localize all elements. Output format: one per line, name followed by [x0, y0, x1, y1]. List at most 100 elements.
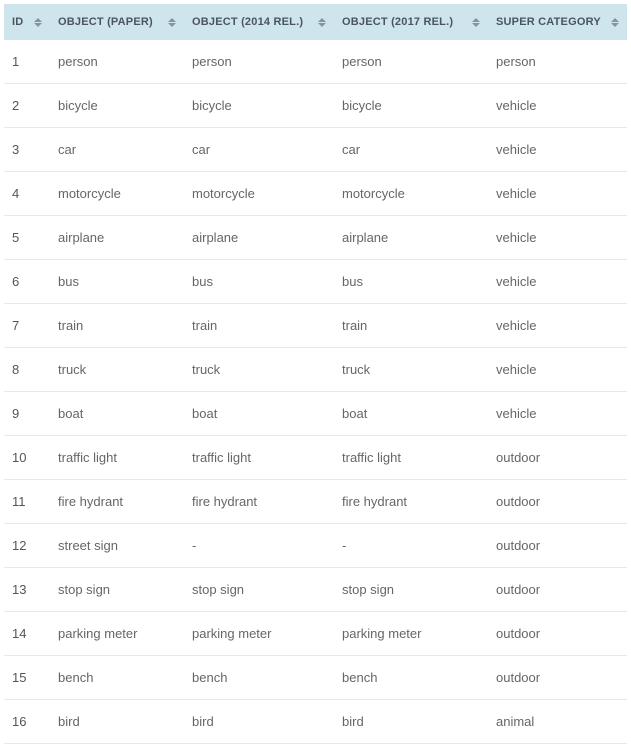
table-row: 7traintraintrainvehicle [4, 304, 627, 348]
column-header-label: ID [12, 16, 23, 28]
column-header-id[interactable]: ID [4, 4, 50, 40]
sort-icon[interactable] [472, 18, 480, 27]
cell-id: 10 [4, 436, 50, 480]
table-row: 8trucktrucktruckvehicle [4, 348, 627, 392]
table-row: 5airplaneairplaneairplanevehicle [4, 216, 627, 260]
cell-id: 11 [4, 480, 50, 524]
cell-id: 5 [4, 216, 50, 260]
sort-icon[interactable] [168, 18, 176, 27]
cell-object-2014: fire hydrant [184, 480, 334, 524]
cell-object-2017: person [334, 40, 488, 84]
cell-id: 7 [4, 304, 50, 348]
cell-object-2017: parking meter [334, 612, 488, 656]
table-row: 10traffic lighttraffic lighttraffic ligh… [4, 436, 627, 480]
cell-object-2017: - [334, 524, 488, 568]
cell-object-2014: truck [184, 348, 334, 392]
cell-super-category: outdoor [488, 480, 627, 524]
cell-super-category: vehicle [488, 304, 627, 348]
table-row: 4motorcyclemotorcyclemotorcyclevehicle [4, 172, 627, 216]
column-header-label: SUPER CATEGORY [496, 16, 601, 28]
cell-object-2017: truck [334, 348, 488, 392]
cell-id: 4 [4, 172, 50, 216]
column-header-object-paper[interactable]: OBJECT (PAPER) [50, 4, 184, 40]
table-row: 2bicyclebicyclebicyclevehicle [4, 84, 627, 128]
table-row: 16birdbirdbirdanimal [4, 700, 627, 744]
table-header-row: ID OBJECT (PAPER) OBJECT (2014 REL.) OBJ… [4, 4, 627, 40]
sort-icon[interactable] [34, 18, 42, 27]
table-row: 11fire hydrantfire hydrantfire hydrantou… [4, 480, 627, 524]
cell-id: 3 [4, 128, 50, 172]
sort-icon[interactable] [318, 18, 326, 27]
cell-object-2014: airplane [184, 216, 334, 260]
cell-object-paper: airplane [50, 216, 184, 260]
cell-super-category: outdoor [488, 656, 627, 700]
column-header-object-2017[interactable]: OBJECT (2017 REL.) [334, 4, 488, 40]
cell-super-category: vehicle [488, 348, 627, 392]
cell-super-category: person [488, 40, 627, 84]
cell-object-2014: bus [184, 260, 334, 304]
cell-object-2017: bench [334, 656, 488, 700]
cell-id: 13 [4, 568, 50, 612]
table-row: 6busbusbusvehicle [4, 260, 627, 304]
cell-object-2014: car [184, 128, 334, 172]
cell-object-2014: bicycle [184, 84, 334, 128]
cell-object-2017: car [334, 128, 488, 172]
cell-object-2017: bus [334, 260, 488, 304]
cell-id: 2 [4, 84, 50, 128]
cell-object-2014: train [184, 304, 334, 348]
cell-object-paper: fire hydrant [50, 480, 184, 524]
cell-object-paper: bird [50, 700, 184, 744]
cell-object-2017: boat [334, 392, 488, 436]
cell-super-category: vehicle [488, 216, 627, 260]
cell-super-category: outdoor [488, 436, 627, 480]
cell-object-2017: bicycle [334, 84, 488, 128]
cell-object-2014: motorcycle [184, 172, 334, 216]
cell-object-paper: motorcycle [50, 172, 184, 216]
cell-object-2017: motorcycle [334, 172, 488, 216]
table-row: 3carcarcarvehicle [4, 128, 627, 172]
cell-super-category: outdoor [488, 612, 627, 656]
table-row: 9boatboatboatvehicle [4, 392, 627, 436]
cell-object-2014: bird [184, 700, 334, 744]
cell-object-2017: bird [334, 700, 488, 744]
cell-object-paper: car [50, 128, 184, 172]
cell-object-2014: parking meter [184, 612, 334, 656]
cell-super-category: outdoor [488, 524, 627, 568]
cell-object-paper: bicycle [50, 84, 184, 128]
cell-object-paper: street sign [50, 524, 184, 568]
table-row: 15benchbenchbenchoutdoor [4, 656, 627, 700]
cell-object-2017: airplane [334, 216, 488, 260]
cell-object-2014: bench [184, 656, 334, 700]
cell-super-category: vehicle [488, 260, 627, 304]
cell-object-paper: person [50, 40, 184, 84]
cell-id: 8 [4, 348, 50, 392]
cell-object-2017: stop sign [334, 568, 488, 612]
cell-object-paper: traffic light [50, 436, 184, 480]
cell-id: 12 [4, 524, 50, 568]
cell-id: 1 [4, 40, 50, 84]
column-header-super-category[interactable]: SUPER CATEGORY [488, 4, 627, 40]
table-row: 14parking meterparking meterparking mete… [4, 612, 627, 656]
cell-object-paper: boat [50, 392, 184, 436]
column-header-object-2014[interactable]: OBJECT (2014 REL.) [184, 4, 334, 40]
cell-object-2017: fire hydrant [334, 480, 488, 524]
cell-object-paper: truck [50, 348, 184, 392]
cell-super-category: vehicle [488, 84, 627, 128]
cell-object-2014: traffic light [184, 436, 334, 480]
cell-super-category: vehicle [488, 172, 627, 216]
cell-object-paper: train [50, 304, 184, 348]
sort-icon[interactable] [611, 18, 619, 27]
cell-id: 14 [4, 612, 50, 656]
cell-object-2017: train [334, 304, 488, 348]
cell-object-2014: person [184, 40, 334, 84]
table-row: 1personpersonpersonperson [4, 40, 627, 84]
cell-object-paper: bench [50, 656, 184, 700]
cell-id: 16 [4, 700, 50, 744]
cell-object-2014: boat [184, 392, 334, 436]
cell-super-category: vehicle [488, 128, 627, 172]
cell-object-paper: stop sign [50, 568, 184, 612]
cell-super-category: outdoor [488, 568, 627, 612]
table-body: 1personpersonpersonperson2bicyclebicycle… [4, 40, 627, 744]
cell-object-2017: traffic light [334, 436, 488, 480]
column-header-label: OBJECT (2017 REL.) [342, 16, 453, 28]
